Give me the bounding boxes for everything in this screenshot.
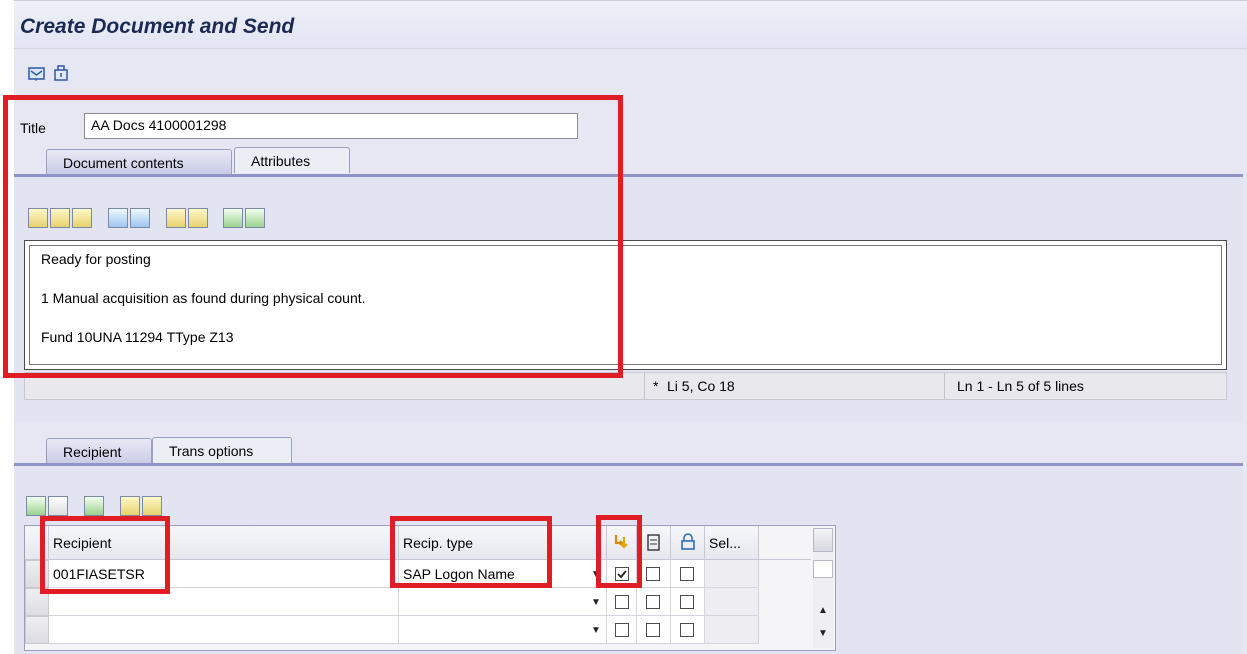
scroll-thumb[interactable]: [813, 560, 833, 578]
insert-row-icon[interactable]: [26, 496, 46, 516]
vertical-scrollbar[interactable]: ▲ ▼: [813, 528, 833, 648]
send-icon[interactable]: [28, 66, 46, 82]
row-selector[interactable]: [25, 616, 49, 644]
highlight-recipient-column: [40, 516, 170, 594]
lock-checkbox[interactable]: [680, 567, 694, 581]
dropdown-arrow-icon[interactable]: ▼: [591, 597, 601, 608]
lock-icon: [681, 533, 695, 550]
scroll-up-icon[interactable]: ▲: [818, 605, 828, 616]
append-row-icon[interactable]: [48, 496, 68, 516]
attachment-icon[interactable]: [52, 64, 70, 82]
sel-column-label: Sel...: [709, 535, 741, 551]
lock-cell: [671, 588, 705, 616]
copy-cell: [637, 588, 671, 616]
express-cell: [607, 588, 637, 616]
lock-checkbox[interactable]: [680, 595, 694, 609]
copy-cell: [637, 616, 671, 644]
page-title: Create Document and Send: [20, 15, 295, 38]
express-checkbox[interactable]: [615, 623, 629, 637]
copy-checkbox[interactable]: [646, 567, 660, 581]
tab-recipient-label: Recipient: [63, 444, 122, 460]
highlight-document-section: [3, 95, 623, 378]
sel-cell: [705, 616, 759, 644]
express-cell: [607, 616, 637, 644]
tab-trans-options[interactable]: Trans options: [152, 437, 292, 463]
copy-cell: [637, 560, 671, 588]
copy-checkbox[interactable]: [646, 623, 660, 637]
express-checkbox[interactable]: [615, 595, 629, 609]
hierarchy-down-icon[interactable]: [141, 496, 162, 516]
sel-cell: [705, 588, 759, 616]
copy-checkbox[interactable]: [646, 595, 660, 609]
tab-trans-options-label: Trans options: [169, 443, 254, 459]
dropdown-arrow-icon[interactable]: ▼: [591, 625, 601, 636]
lock-cell: [671, 616, 705, 644]
status-sep: [645, 373, 945, 399]
grid-toolbar: [26, 496, 226, 518]
line-range: Ln 1 - Ln 5 of 5 lines: [957, 378, 1084, 394]
column-header-lock[interactable]: [671, 526, 705, 560]
lock-checkbox[interactable]: [680, 623, 694, 637]
delete-row-icon[interactable]: [83, 496, 104, 516]
recipient-cell[interactable]: [49, 616, 399, 644]
scroll-down-icon[interactable]: ▼: [818, 628, 828, 639]
highlight-recip-type-column: [390, 516, 552, 588]
recip-type-select[interactable]: ▼: [399, 588, 607, 616]
column-header-spacer: [759, 526, 811, 560]
lock-cell: [671, 560, 705, 588]
column-header-copy[interactable]: [637, 526, 671, 560]
recip-type-select[interactable]: ▼: [399, 616, 607, 644]
column-header-sel[interactable]: Sel...: [705, 526, 759, 560]
highlight-express-column: [596, 515, 642, 588]
main-toolbar: [14, 48, 1247, 99]
copy-icon: [647, 534, 660, 551]
tab-recipient[interactable]: Recipient: [46, 438, 152, 464]
hierarchy-up-icon[interactable]: [119, 496, 140, 516]
scroll-header-button[interactable]: [813, 528, 833, 552]
sel-cell: [705, 560, 759, 588]
